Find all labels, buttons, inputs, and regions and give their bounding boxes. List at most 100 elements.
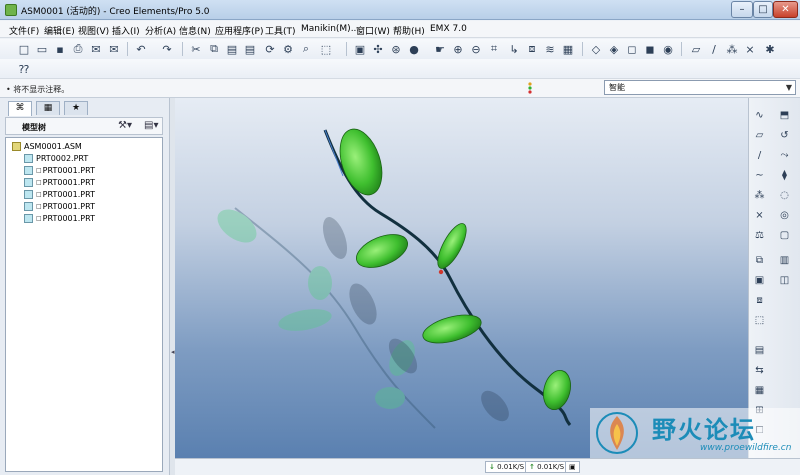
model-tree-title: 模型树 (22, 123, 46, 132)
assemble-icon[interactable]: ⧉ (752, 253, 767, 268)
draft-icon[interactable]: ◫ (777, 273, 792, 288)
forum-logo-icon (596, 412, 638, 454)
boundary-icon[interactable]: ◌ (777, 188, 792, 203)
annotation-display-icon[interactable]: ✱ (762, 41, 778, 57)
create-component-icon[interactable]: ▣ (752, 273, 767, 288)
selection-filter-select[interactable]: 智能 ▼ (604, 80, 796, 95)
csys-icon[interactable]: ⨯ (752, 208, 767, 223)
main-toolbar: □ ▭ ▪ ⎙ ✉ ✉ ↶ ↷ ✂ ⧉ ▤ ▤ ⟳ ⚙ ⌕ ⬚ ▣ ✣ ⊛ ● … (0, 39, 800, 59)
tab-folder-browser[interactable]: ▦ (36, 101, 60, 115)
menu-help[interactable]: 帮助(H) (393, 24, 425, 37)
hole-icon[interactable]: ◎ (777, 208, 792, 223)
point-icon[interactable]: ⁂ (752, 188, 767, 203)
print-icon[interactable]: ⎙ (70, 41, 86, 57)
tree-row[interactable]: □ PRT0001.PRT (24, 200, 95, 212)
appearance-icon[interactable]: ● (406, 41, 422, 57)
datum-point-icon[interactable]: ⁂ (724, 41, 740, 57)
enhanced-realism-icon[interactable]: ◉ (660, 41, 676, 57)
paste-icon[interactable]: ▤ (224, 41, 240, 57)
assembly-icon (12, 141, 21, 151)
menu-info[interactable]: 信息(N) (179, 24, 211, 37)
view-manager-icon[interactable]: ▦ (560, 41, 576, 57)
revolve-icon[interactable]: ↺ (777, 128, 792, 143)
modified-mark: □ (36, 202, 42, 210)
hidden-line-icon[interactable]: ◈ (606, 41, 622, 57)
selection-box-icon[interactable]: ⬚ (318, 41, 334, 57)
menu-edit[interactable]: 编辑(E) (44, 24, 75, 37)
context-help-icon[interactable]: ⁇ (16, 61, 32, 77)
paste-special-icon[interactable]: ▤ (242, 41, 258, 57)
new-file-icon[interactable]: □ (16, 41, 32, 57)
tree-row[interactable]: □ PRT0001.PRT (24, 176, 95, 188)
blend-icon[interactable]: ⧫ (777, 168, 792, 183)
save-icon[interactable]: ▪ (52, 41, 68, 57)
tree-row[interactable]: PRT0002.PRT (24, 152, 88, 164)
extrude-icon[interactable]: ⬒ (777, 108, 792, 123)
orient-mode-icon[interactable]: ⊛ (388, 41, 404, 57)
copy-icon[interactable]: ⧉ (206, 41, 222, 57)
menu-view[interactable]: 视图(V) (78, 24, 109, 37)
no-hidden-icon[interactable]: ◻ (624, 41, 640, 57)
axis-icon[interactable]: / (752, 148, 767, 163)
tab-model-tree[interactable]: ⌘ (8, 101, 32, 116)
tree-row[interactable]: □ PRT0001.PRT (24, 164, 95, 176)
plane-icon[interactable]: ▱ (752, 128, 767, 143)
menu-tools[interactable]: 工具(T) (265, 24, 296, 37)
zoom-out-icon[interactable]: ⊖ (468, 41, 484, 57)
analysis-icon[interactable]: ⚖ (752, 228, 767, 243)
refit-icon[interactable]: ⌗ (486, 41, 502, 57)
menu-analysis[interactable]: 分析(A) (145, 24, 176, 37)
mirror-icon[interactable]: ⇆ (752, 363, 767, 378)
menu-manikin[interactable]: Manikin(M)... (301, 24, 359, 34)
tree-row[interactable]: □ PRT0001.PRT (24, 188, 95, 200)
coord-sys-icon[interactable]: ⨯ (742, 41, 758, 57)
redo-icon[interactable]: ↷ (159, 41, 175, 57)
network-icon[interactable]: ▣ (565, 461, 580, 473)
tab-favorites[interactable]: ★ (64, 101, 88, 115)
component-ops-icon[interactable]: ⬚ (752, 313, 767, 328)
layers-icon[interactable]: ≋ (542, 41, 558, 57)
email-icon[interactable]: ✉ (88, 41, 104, 57)
tree-row-root[interactable]: ASM0001.ASM (12, 140, 82, 152)
minimize-button[interactable]: – (731, 1, 753, 18)
traffic-light-icon (528, 82, 532, 94)
package-icon[interactable]: ⧈ (752, 293, 767, 308)
regen-manager-icon[interactable]: ⚙ (280, 41, 296, 57)
merge-icon[interactable]: ▤ (752, 343, 767, 358)
zoom-in-icon[interactable]: ⊕ (450, 41, 466, 57)
undo-icon[interactable]: ↶ (133, 41, 149, 57)
graphics-window[interactable] (175, 98, 748, 458)
forum-watermark: 野火论坛 www.proewildfire.cn (590, 408, 800, 458)
regenerate-icon[interactable]: ⟳ (262, 41, 278, 57)
tree-settings-icon[interactable]: ⚒▾ (118, 120, 132, 131)
menu-bar: 文件(F) 编辑(E) 视图(V) 插入(I) 分析(A) 信息(N) 应用程序… (0, 21, 800, 38)
pan-icon[interactable]: ☛ (432, 41, 448, 57)
cut-icon[interactable]: ✂ (188, 41, 204, 57)
spin-center-icon[interactable]: ✣ (370, 41, 386, 57)
menu-window[interactable]: 窗口(W) (356, 24, 390, 37)
sketch-icon[interactable]: ∿ (752, 108, 767, 123)
datum-plane-icon[interactable]: ▱ (688, 41, 704, 57)
datum-axis-icon[interactable]: / (706, 41, 722, 57)
repaint-icon[interactable]: ▣ (352, 41, 368, 57)
open-folder-icon[interactable]: ▭ (34, 41, 50, 57)
menu-insert[interactable]: 插入(I) (112, 24, 140, 37)
rib-icon[interactable]: ▥ (777, 253, 792, 268)
tree-row[interactable]: □ PRT0001.PRT (24, 212, 95, 224)
tree-show-icon[interactable]: ▤▾ (144, 120, 158, 131)
menu-file[interactable]: 文件(F) (9, 24, 39, 37)
close-button[interactable]: ✕ (773, 1, 798, 18)
shading-icon[interactable]: ◼ (642, 41, 658, 57)
reorient-icon[interactable]: ↳ (506, 41, 522, 57)
saved-views-icon[interactable]: ⧈ (524, 41, 540, 57)
pattern-icon[interactable]: ▦ (752, 383, 767, 398)
shell-icon[interactable]: ▢ (777, 228, 792, 243)
maximize-button[interactable]: □ (753, 1, 773, 18)
menu-applications[interactable]: 应用程序(P) (215, 24, 263, 37)
wireframe-icon[interactable]: ◇ (588, 41, 604, 57)
find-icon[interactable]: ⌕ (298, 41, 314, 57)
menu-emx[interactable]: EMX 7.0 (430, 24, 467, 34)
email-link-icon[interactable]: ✉ (106, 41, 122, 57)
sweep-icon[interactable]: ⤳ (777, 148, 792, 163)
curve-icon[interactable]: ∼ (752, 168, 767, 183)
